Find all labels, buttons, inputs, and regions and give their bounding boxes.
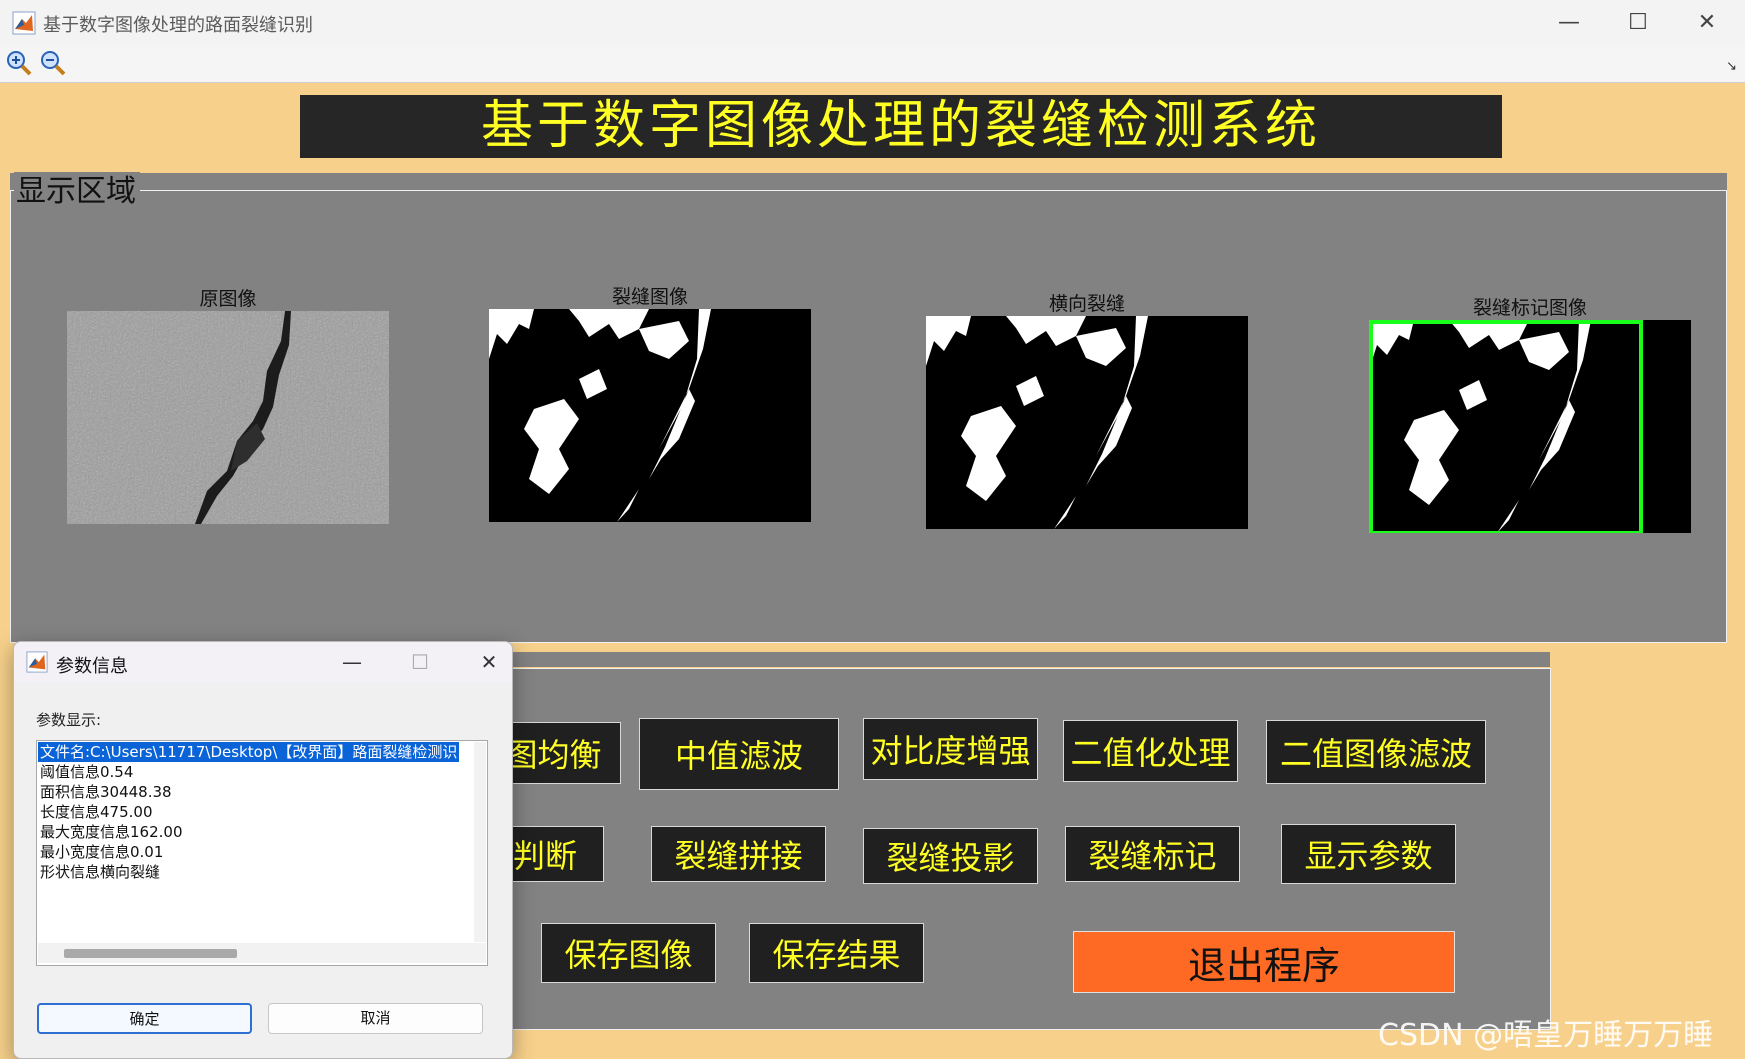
watermark: CSDN @唔皇万睡万万睡 (1378, 1018, 1714, 1053)
binarize-button[interactable]: 二值化处理 (1063, 720, 1238, 782)
param-list-item-length[interactable]: 长度信息475.00 (38, 802, 155, 822)
cancel-button[interactable]: 取消 (268, 1003, 483, 1034)
display-panel-legend: 显示区域 (14, 172, 140, 212)
crack-image (489, 309, 811, 522)
figure-toolbar: ↘ (0, 45, 1745, 83)
ok-button[interactable]: 确定 (37, 1003, 252, 1034)
image-caption-original: 原图像 (199, 288, 257, 310)
param-list-item-threshold[interactable]: 阈值信息0.54 (38, 762, 135, 782)
close-button[interactable]: ✕ (1678, 6, 1736, 40)
param-dialog: 参数信息 — ☐ ✕ 参数显示: 文件名:C:\Users\11717\Desk… (13, 641, 513, 1059)
param-list-item-filename[interactable]: 文件名:C:\Users\11717\Desktop\【改界面】路面裂缝检测识 (37, 741, 461, 763)
matlab-icon (12, 11, 36, 35)
crack-projection-button[interactable]: 裂缝投影 (863, 828, 1038, 884)
dialog-title: 参数信息 (56, 656, 128, 677)
matlab-icon (26, 651, 48, 673)
dialog-minimize-button[interactable]: — (328, 646, 376, 678)
undock-icon[interactable]: ↘ (1726, 59, 1737, 74)
crack-mark-button[interactable]: 裂缝标记 (1065, 826, 1240, 882)
save-result-button[interactable]: 保存结果 (749, 923, 924, 983)
window-title-bar: 基于数字图像处理的路面裂缝识别 — ☐ ✕ (0, 0, 1745, 46)
minimize-button[interactable]: — (1540, 6, 1598, 40)
original-image (67, 311, 389, 524)
display-panel-strip (10, 173, 1727, 190)
zoom-in-icon[interactable] (6, 50, 32, 76)
exit-button[interactable]: 退出程序 (1073, 931, 1455, 993)
save-image-button[interactable]: 保存图像 (541, 923, 716, 983)
contrast-enhance-button[interactable]: 对比度增强 (863, 718, 1038, 780)
horizontal-scrollbar-thumb[interactable] (64, 949, 237, 958)
dialog-title-bar: 参数信息 — ☐ ✕ (14, 642, 512, 682)
dialog-close-button[interactable]: ✕ (465, 646, 513, 678)
param-list-item-max-width[interactable]: 最大宽度信息162.00 (38, 822, 185, 842)
transverse-crack-image (926, 316, 1248, 529)
median-filter-button[interactable]: 中值滤波 (639, 718, 839, 790)
horizontal-scrollbar[interactable] (38, 943, 486, 963)
app-banner-title: 基于数字图像处理的裂缝检测系统 (300, 95, 1502, 158)
control-panel-strip (510, 652, 1550, 667)
param-list-item-min-width[interactable]: 最小宽度信息0.01 (38, 842, 165, 862)
show-params-button[interactable]: 显示参数 (1281, 824, 1456, 884)
param-list-item-area[interactable]: 面积信息30448.38 (38, 782, 174, 802)
vertical-scrollbar[interactable] (474, 742, 486, 942)
maximize-button[interactable]: ☐ (1609, 6, 1667, 40)
param-label: 参数显示: (36, 711, 102, 729)
crack-stitch-button[interactable]: 裂缝拼接 (651, 826, 826, 882)
image-caption-marked: 裂缝标记图像 (1472, 297, 1587, 319)
param-listbox[interactable]: 文件名:C:\Users\11717\Desktop\【改界面】路面裂缝检测识 … (36, 740, 488, 966)
dialog-maximize-button: ☐ (411, 650, 429, 674)
image-caption-transverse: 横向裂缝 (1048, 293, 1125, 315)
window-title: 基于数字图像处理的路面裂缝识别 (43, 15, 313, 36)
zoom-out-icon[interactable] (40, 50, 66, 76)
param-list-item-shape[interactable]: 形状信息横向裂缝 (38, 862, 162, 882)
binary-filter-button[interactable]: 二值图像滤波 (1266, 720, 1486, 784)
marked-crack-image (1369, 320, 1691, 533)
image-caption-crack: 裂缝图像 (611, 286, 688, 308)
